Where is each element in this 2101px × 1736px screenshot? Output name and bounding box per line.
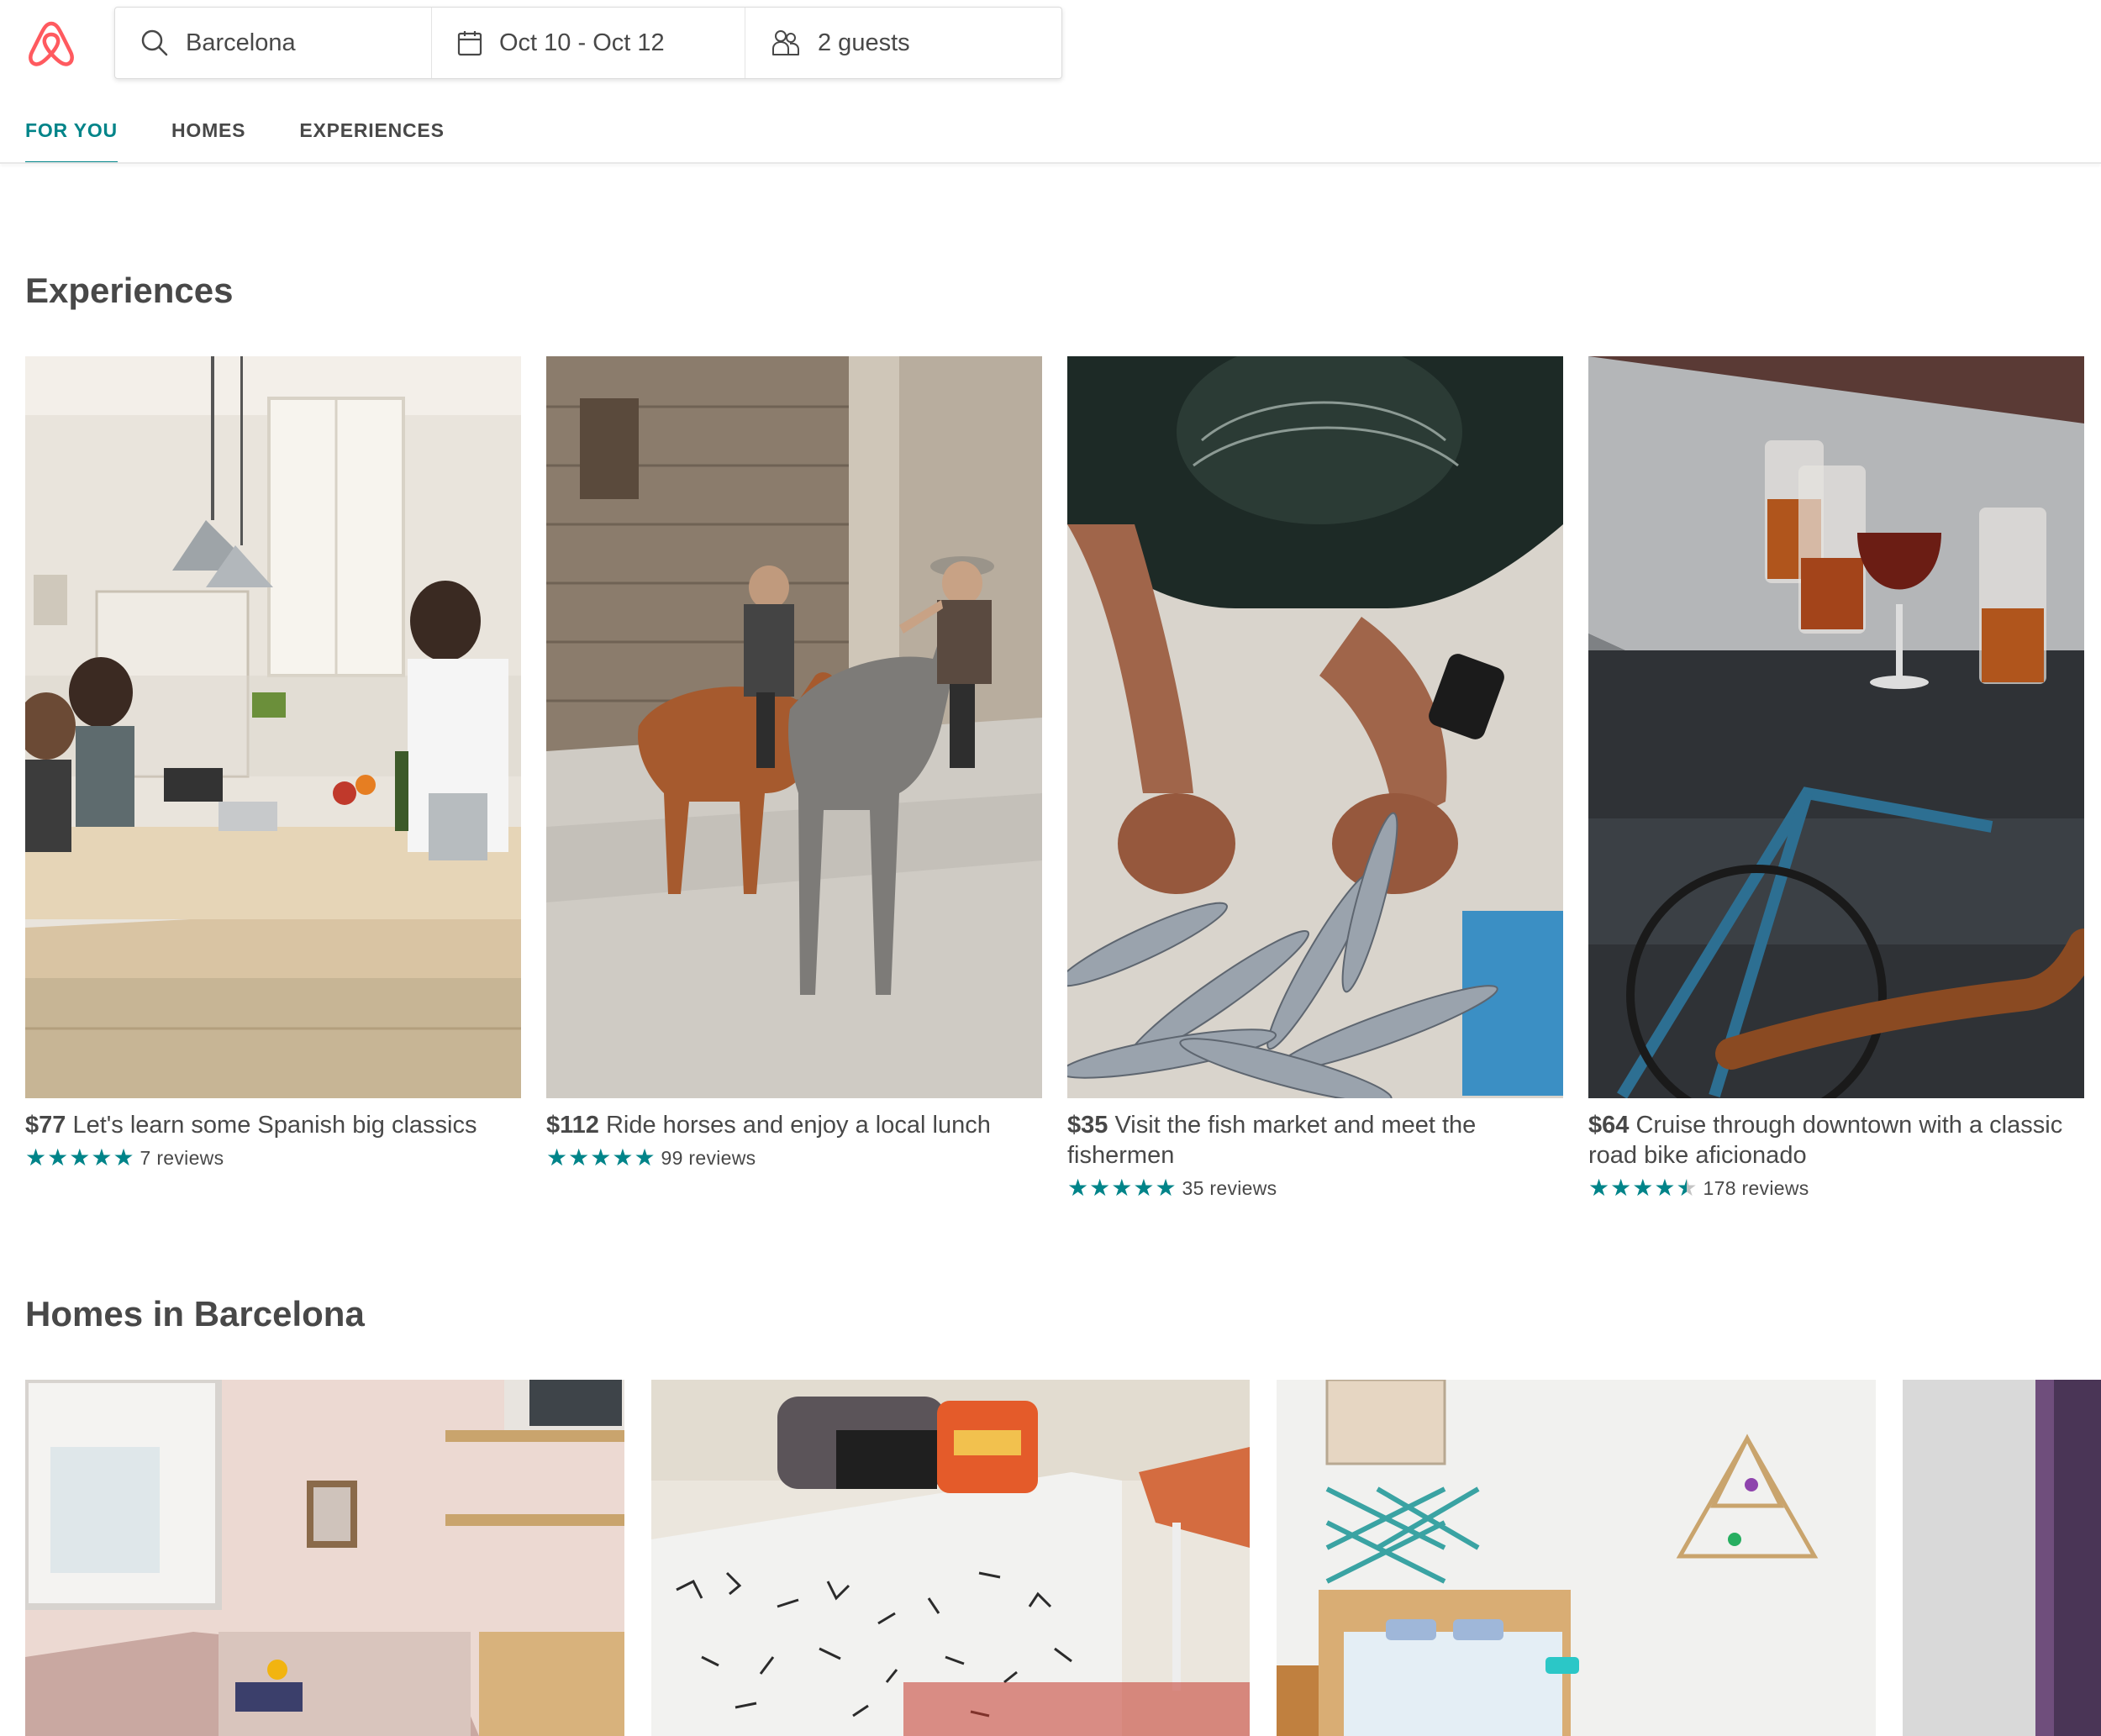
star-icon: ★ (1632, 1175, 1654, 1201)
home-card-photo[interactable] (1277, 1380, 1876, 1736)
star-icon: ★ (1067, 1175, 1089, 1201)
star-icon: ★ (1654, 1175, 1676, 1201)
rating: ★ ★ ★ ★ ★ 99 reviews (546, 1145, 1042, 1170)
tab-for-you[interactable]: FOR YOU (25, 111, 118, 165)
star-icon: ★ (25, 1144, 47, 1170)
star-icon: ★ (113, 1144, 134, 1170)
star-icon: ★ (47, 1144, 69, 1170)
experience-price: $77 (25, 1112, 66, 1139)
star-half-icon: ★ (1676, 1175, 1698, 1201)
header-divider (0, 162, 2101, 164)
review-count: 35 reviews (1182, 1176, 1277, 1199)
experience-price: $64 (1588, 1112, 1630, 1139)
experience-title: Let's learn some Spanish big classics (72, 1112, 477, 1139)
guests-value: 2 guests (818, 29, 910, 56)
tab-experiences[interactable]: EXPERIENCES (299, 111, 444, 165)
airbnb-logo-icon[interactable] (25, 17, 77, 71)
search-bar[interactable]: Barcelona Oct 10 - Oct 12 2 guests (114, 7, 1062, 79)
experience-card[interactable]: $112 Ride horses and enjoy a local lunch… (546, 356, 1042, 1170)
experience-price: $112 (546, 1112, 599, 1139)
review-count: 7 reviews (140, 1146, 224, 1169)
location-value: Barcelona (186, 29, 296, 56)
experience-title: Visit the fish market and meet the fishe… (1067, 1112, 1477, 1169)
star-icon: ★ (1588, 1175, 1610, 1201)
review-count: 178 reviews (1703, 1176, 1809, 1199)
location-field[interactable]: Barcelona (115, 8, 432, 78)
dates-value: Oct 10 - Oct 12 (499, 29, 665, 56)
tab-homes[interactable]: HOMES (171, 111, 245, 165)
experience-title: Ride horses and enjoy a local lunch (605, 1112, 991, 1139)
rating: ★ ★ ★ ★ ★ 35 reviews (1067, 1176, 1563, 1201)
dates-field[interactable]: Oct 10 - Oct 12 (432, 8, 745, 78)
star-icon: ★ (546, 1144, 568, 1170)
experience-price: $35 (1067, 1112, 1108, 1139)
search-icon (141, 29, 168, 56)
experience-title: Cruise through downtown with a classic r… (1588, 1112, 2063, 1169)
star-icon: ★ (612, 1144, 634, 1170)
experience-card[interactable]: $77 Let's learn some Spanish big classic… (25, 356, 521, 1170)
experience-card[interactable]: $35 Visit the fish market and meet the f… (1067, 356, 1563, 1201)
experience-photo-horses[interactable] (546, 356, 1042, 1098)
home-card-photo[interactable] (25, 1380, 624, 1736)
star-icon: ★ (91, 1144, 113, 1170)
home-card-photo[interactable] (1903, 1380, 2101, 1736)
guests-field[interactable]: 2 guests (745, 8, 1061, 78)
star-icon: ★ (1155, 1175, 1177, 1201)
rating: ★ ★ ★ ★ ★ 178 reviews (1588, 1176, 2084, 1201)
star-icon: ★ (1610, 1175, 1632, 1201)
experience-card[interactable]: $64 Cruise through downtown with a class… (1588, 356, 2084, 1201)
star-icon: ★ (1111, 1175, 1133, 1201)
calendar-icon (457, 31, 482, 56)
nav-tabs: FOR YOU HOMES EXPERIENCES (25, 111, 498, 165)
star-icon: ★ (590, 1144, 612, 1170)
rating: ★ ★ ★ ★ ★ 7 reviews (25, 1145, 521, 1170)
experience-photo-fish-market[interactable] (1067, 356, 1563, 1098)
review-count: 99 reviews (661, 1146, 756, 1169)
star-icon: ★ (69, 1144, 91, 1170)
star-icon: ★ (1133, 1175, 1155, 1201)
homes-heading: Homes in Barcelona (25, 1294, 365, 1334)
star-icon: ★ (568, 1144, 590, 1170)
experience-photo-bike[interactable] (1588, 356, 2084, 1098)
home-card-photo[interactable] (651, 1380, 1250, 1736)
star-icon: ★ (634, 1144, 656, 1170)
star-icon: ★ (1089, 1175, 1111, 1201)
experiences-heading: Experiences (25, 271, 234, 310)
guests-icon (772, 30, 799, 55)
experience-photo-cooking[interactable] (25, 356, 521, 1098)
